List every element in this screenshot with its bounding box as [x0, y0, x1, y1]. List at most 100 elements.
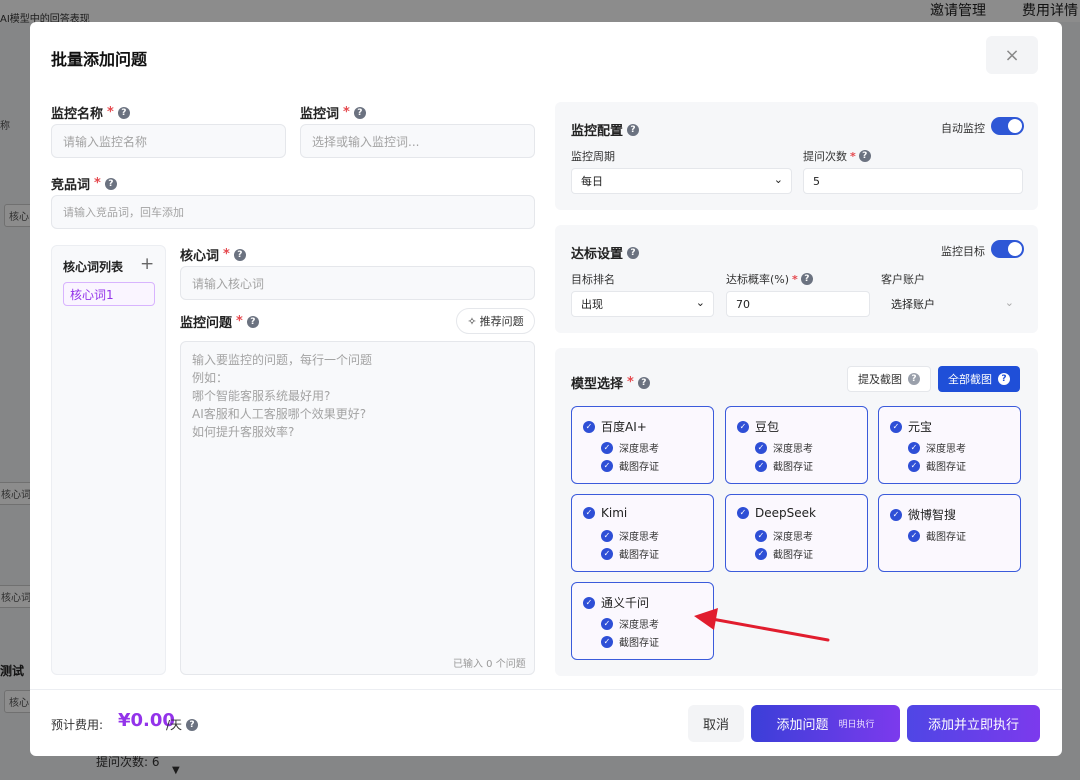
period-label: 监控周期: [571, 150, 615, 163]
keyword-list-panel: 核心词列表 + 核心词1: [51, 245, 166, 675]
check-circle-icon: ✓: [755, 441, 767, 454]
check-circle-icon: ✓: [583, 507, 595, 519]
close-button[interactable]: ×: [986, 36, 1038, 74]
help-icon[interactable]: ?: [858, 150, 871, 162]
cost-unit: /天?: [166, 716, 199, 733]
check-circle-icon: ✓: [737, 420, 749, 433]
check-circle-icon: ✓: [908, 441, 920, 454]
cancel-button[interactable]: 取消: [688, 705, 744, 742]
monitor-name-input[interactable]: 请输入监控名称: [51, 124, 286, 158]
help-icon[interactable]: ?: [627, 246, 640, 259]
modal-title: 批量添加问题: [51, 50, 148, 69]
check-circle-icon: ✓: [908, 529, 920, 542]
core-word-input[interactable]: 请输入核心词: [180, 266, 535, 300]
monitor-config-card: 监控配置? 自动监控 监控周期 每日 ⌄ 提问次数 *? 5: [555, 102, 1038, 210]
option-screenshot[interactable]: ✓ 截图存证: [755, 458, 813, 473]
option-deep-thinking[interactable]: ✓ 深度思考: [755, 440, 813, 455]
check-circle-icon: ✓: [737, 507, 749, 519]
close-icon: ×: [1004, 44, 1020, 66]
check-circle-icon: ✓: [601, 547, 613, 560]
check-circle-icon: ✓: [583, 420, 595, 433]
times-input[interactable]: 5: [803, 168, 1023, 194]
probability-label: 达标概率(%) *?: [726, 271, 813, 287]
option-deep-thinking[interactable]: ✓ 深度思考: [601, 528, 659, 543]
cost-label: 预计费用:: [51, 718, 104, 732]
help-icon[interactable]: ?: [637, 376, 650, 389]
option-screenshot[interactable]: ✓ 截图存证: [601, 634, 659, 649]
option-screenshot[interactable]: ✓ 截图存证: [908, 458, 966, 473]
check-circle-icon: ✓: [908, 459, 920, 472]
help-icon[interactable]: ?: [186, 718, 199, 731]
help-icon[interactable]: ?: [353, 106, 366, 119]
keyword-list-item[interactable]: 核心词1: [63, 282, 155, 306]
chevron-down-icon: ⌄: [773, 173, 783, 186]
name-label: 监控名称 * ?: [51, 103, 130, 122]
model-card-weibo[interactable]: ✓ 微博智搜 ✓ 截图存证: [878, 494, 1021, 572]
keyword-label: 监控词 * ?: [300, 103, 366, 122]
help-icon[interactable]: ?: [246, 315, 259, 328]
option-deep-thinking[interactable]: ✓ 深度思考: [908, 440, 966, 455]
check-circle-icon: ✓: [890, 420, 902, 433]
add-questions-button[interactable]: 添加问题 明日执行: [751, 705, 900, 742]
check-circle-icon: ✓: [583, 596, 595, 609]
batch-add-questions-modal: 批量添加问题 × 监控名称 * ? 请输入监控名称 监控词 * ? 选择或输入监控词…: [30, 22, 1062, 756]
option-deep-thinking[interactable]: ✓ 深度思考: [601, 616, 659, 631]
add-keyword-icon[interactable]: +: [140, 254, 154, 274]
check-circle-icon: ✓: [755, 529, 767, 542]
mention-screenshot-button[interactable]: 提及截图?: [847, 366, 931, 392]
option-screenshot[interactable]: ✓ 截图存证: [601, 546, 659, 561]
help-icon: ?: [908, 373, 920, 385]
target-settings-card: 达标设置? 监控目标 目标排名 出现 ⌄ 达标概率(%) *? 70 客户账户 选择…: [555, 225, 1038, 333]
model-card-deepseek[interactable]: ✓ DeepSeek ✓ 深度思考 ✓ 截图存证: [725, 494, 868, 572]
chevron-down-icon: ⌄: [1004, 296, 1014, 309]
model-card-yuanbao[interactable]: ✓ 元宝 ✓ 深度思考 ✓ 截图存证: [878, 406, 1021, 484]
rank-select[interactable]: 出现 ⌄: [571, 291, 714, 317]
core-word-label: 核心词 * ?: [180, 245, 246, 264]
add-and-execute-button[interactable]: 添加并立即执行: [907, 705, 1040, 742]
all-screenshot-button[interactable]: 全部截图?: [938, 366, 1020, 392]
check-circle-icon: ✓: [601, 635, 613, 648]
option-deep-thinking[interactable]: ✓ 深度思考: [755, 528, 813, 543]
questions-count: 已输入 0 个问题: [453, 659, 526, 670]
check-circle-icon: ✓: [601, 529, 613, 542]
model-select-title: 模型选择 *?: [571, 373, 650, 392]
chevron-down-icon: ⌄: [695, 296, 705, 309]
check-circle-icon: ✓: [601, 441, 613, 454]
monitor-config-title: 监控配置?: [571, 120, 640, 139]
help-icon[interactable]: ?: [800, 273, 813, 285]
help-icon: ?: [998, 373, 1010, 385]
option-deep-thinking[interactable]: ✓ 深度思考: [601, 440, 659, 455]
target-settings-title: 达标设置?: [571, 243, 640, 262]
rank-label: 目标排名: [571, 273, 615, 286]
help-icon[interactable]: ?: [117, 106, 130, 119]
auto-monitor-toggle[interactable]: [991, 117, 1024, 135]
competitor-input[interactable]: 请输入竞品词，回车添加: [51, 195, 535, 229]
account-select[interactable]: 选择账户 ⌄: [881, 291, 1023, 317]
target-toggle[interactable]: [991, 240, 1024, 258]
tomorrow-tag: 明日执行: [838, 720, 875, 730]
option-screenshot[interactable]: ✓ 截图存证: [601, 458, 659, 473]
check-circle-icon: ✓: [755, 459, 767, 472]
footer-divider: [30, 689, 1062, 690]
check-circle-icon: ✓: [890, 508, 902, 521]
option-screenshot[interactable]: ✓ 截图存证: [908, 528, 966, 543]
keyword-list-title: 核心词列表: [63, 260, 124, 274]
help-icon[interactable]: ?: [104, 177, 117, 190]
check-circle-icon: ✓: [601, 617, 613, 630]
questions-textarea[interactable]: 输入要监控的问题，每行一个问题 例如： 哪个智能客服系统最好用? AI客服和人工…: [180, 341, 535, 675]
period-select[interactable]: 每日 ⌄: [571, 168, 792, 194]
recommend-questions-button[interactable]: ✧ 推荐问题: [456, 308, 535, 334]
help-icon[interactable]: ?: [627, 123, 640, 136]
competitor-label: 竞品词 * ?: [51, 174, 117, 193]
help-icon[interactable]: ?: [233, 248, 246, 261]
model-card-kimi[interactable]: ✓ Kimi ✓ 深度思考 ✓ 截图存证: [571, 494, 714, 572]
model-card-doubao[interactable]: ✓ 豆包 ✓ 深度思考 ✓ 截图存证: [725, 406, 868, 484]
auto-monitor-label: 自动监控: [941, 122, 985, 135]
probability-input[interactable]: 70: [726, 291, 870, 317]
times-label: 提问次数 *?: [803, 148, 871, 164]
option-screenshot[interactable]: ✓ 截图存证: [755, 546, 813, 561]
monitor-keyword-input[interactable]: 选择或输入监控词...: [300, 124, 535, 158]
target-label: 监控目标: [941, 245, 985, 258]
model-card-baidu[interactable]: ✓ 百度AI+ ✓ 深度思考 ✓ 截图存证: [571, 406, 714, 484]
model-card-tongyi[interactable]: ✓ 通义千问 ✓ 深度思考 ✓ 截图存证: [571, 582, 714, 660]
